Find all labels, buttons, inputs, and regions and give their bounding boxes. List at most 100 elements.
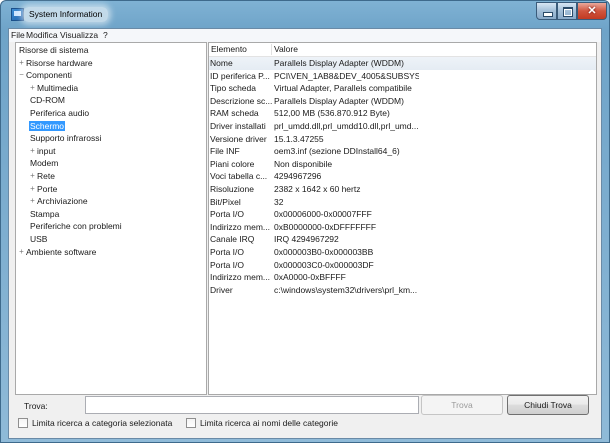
tree-item[interactable]: + Rete [29, 170, 56, 182]
list-cell-value: 0xA0000-0xBFFFF [274, 272, 346, 283]
tree-item[interactable]: Schermo [29, 120, 66, 132]
expand-icon[interactable]: + [18, 57, 25, 69]
maximize-button[interactable] [557, 2, 577, 20]
menu-file[interactable]: File [11, 30, 25, 41]
minimize-button[interactable] [536, 2, 557, 20]
expand-icon[interactable]: + [29, 145, 36, 157]
tree-item[interactable]: Stampa [29, 208, 60, 220]
list-cell-value: Parallels Display Adapter (WDDM) [274, 95, 404, 106]
tree-item-label: Periferica audio [30, 108, 90, 118]
list-row[interactable]: Nome Parallels Display Adapter (WDDM) [209, 57, 596, 70]
close-button[interactable]: ✕ [577, 2, 607, 20]
list-cell-value: Non disponibile [274, 158, 333, 169]
list-cell-value: 0x000003C0-0x000003DF [274, 259, 374, 270]
list-cell-value: PCI\VEN_1AB8&DEV_4005&SUBSYS_... [274, 70, 419, 81]
list-cell-element: ID periferica P... [210, 70, 270, 81]
tree-item[interactable]: USB [29, 233, 48, 245]
tree-item[interactable]: Periferica audio [29, 107, 90, 119]
list-cell-value: 512,00 MB (536.870.912 Byte) [274, 108, 390, 119]
list-row[interactable]: Canale IRQ IRQ 4294967292 [209, 233, 596, 246]
list-cell-element: Indirizzo mem... [210, 272, 270, 283]
tree-item[interactable]: + Porte [29, 183, 58, 195]
tree-item-label: Rete [37, 171, 55, 181]
limit-to-names-checkbox[interactable] [186, 418, 196, 428]
limit-to-names-label: Limita ricerca ai nomi delle categorie [200, 418, 338, 428]
column-separator[interactable] [271, 44, 272, 55]
tree-item[interactable]: + Archiviazione [29, 195, 89, 207]
tree-item[interactable]: + input [29, 145, 56, 157]
list-cell-element: Voci tabella c... [210, 171, 268, 182]
expand-icon[interactable]: + [29, 170, 36, 182]
list-cell-element: Descrizione sc... [210, 95, 272, 106]
list-row[interactable]: Bit/Pixel 32 [209, 196, 596, 209]
menu-bar: File Modifica Visualizza ? [9, 29, 601, 42]
tree-item-label: Risorse di sistema [19, 45, 89, 55]
limit-to-category-checkbox[interactable] [18, 418, 28, 428]
list-row[interactable]: Piani colore Non disponibile [209, 158, 596, 171]
list-row[interactable]: Versione driver 15.1.3.47255 [209, 133, 596, 146]
tree-item-label: Componenti [26, 70, 72, 81]
list-row[interactable]: File INF oem3.inf (sezione DDInstall64_6) [209, 145, 596, 158]
tree-item-label: Risorse hardware [26, 57, 93, 68]
menu-modifica[interactable]: Modifica [26, 30, 58, 41]
list-cell-element: Bit/Pixel [210, 196, 241, 207]
tree-item-label: USB [30, 234, 48, 244]
list-row[interactable]: Voci tabella c... 4294967296 [209, 170, 596, 183]
title-bar[interactable]: System Information ✕ [1, 1, 609, 27]
expand-icon[interactable]: + [29, 82, 36, 94]
list-row[interactable]: Porta I/O 0x000003B0-0x000003BB [209, 246, 596, 259]
list-cell-value: c:\windows\system32\drivers\prl_km... [274, 284, 418, 295]
menu-visualizza[interactable]: Visualizza [60, 30, 98, 41]
menu-help[interactable]: ? [103, 30, 108, 41]
list-cell-value: Parallels Display Adapter (WDDM) [274, 58, 404, 68]
list-cell-value: 0x00006000-0x00007FFF [274, 209, 372, 220]
window-title: System Information [23, 7, 109, 22]
list-cell-value: 32 [274, 196, 284, 207]
tree-item[interactable]: + Ambiente software [18, 246, 97, 258]
category-tree[interactable]: Risorse di sistema + Risorse hardware − Comp… [15, 42, 207, 395]
expand-icon[interactable]: + [29, 183, 36, 195]
list-row[interactable]: Indirizzo mem... 0xB0000000-0xDFFFFFFF [209, 221, 596, 234]
list-row[interactable]: Descrizione sc... Parallels Display Adapt… [209, 95, 596, 108]
tree-item[interactable]: Periferiche con problemi [29, 220, 123, 232]
list-row[interactable]: ID periferica P... PCI\VEN_1AB8&DEV_4005&… [209, 70, 596, 83]
list-cell-element: Porta I/O [210, 247, 245, 257]
list-cell-element: Porta I/O [210, 259, 245, 270]
list-row[interactable]: Driver installati prl_umdd.dll,prl_umdd10… [209, 120, 596, 133]
list-row[interactable]: Porta I/O 0x000003C0-0x000003DF [209, 259, 596, 272]
tree-item-label: Archiviazione [37, 196, 88, 207]
tree-item[interactable]: Modem [29, 157, 59, 169]
close-find-button[interactable]: Chiudi Trova [507, 395, 589, 415]
list-row[interactable]: Porta I/O 0x00006000-0x00007FFF [209, 208, 596, 221]
list-cell-value: 4294967296 [274, 171, 322, 182]
search-input[interactable] [85, 396, 419, 414]
tree-item[interactable]: + Multimedia [29, 82, 79, 94]
collapse-icon[interactable]: − [18, 69, 25, 81]
tree-item[interactable]: Supporto infrarossi [29, 132, 102, 144]
list-row[interactable]: Tipo scheda Virtual Adapter, Parallels co… [209, 82, 596, 95]
column-header-element[interactable]: Elemento [211, 43, 247, 56]
tree-item[interactable]: − Componenti [18, 69, 73, 81]
tree-item-label: Schermo [29, 120, 66, 131]
details-list[interactable]: Elemento Valore Nome Parallels Display Ad… [208, 42, 597, 395]
tree-item[interactable]: Risorse di sistema [18, 44, 89, 56]
expand-icon[interactable]: + [29, 195, 36, 207]
list-cell-element: Risoluzione [210, 184, 254, 194]
list-cell-value: 2382 x 1642 x 60 hertz [274, 184, 361, 194]
list-row[interactable]: Indirizzo mem... 0xA0000-0xBFFFF [209, 271, 596, 284]
tree-item-label: Supporto infrarossi [30, 133, 102, 144]
list-row[interactable]: RAM scheda 512,00 MB (536.870.912 Byte) [209, 107, 596, 120]
list-cell-element: Indirizzo mem... [210, 221, 270, 232]
list-row[interactable]: Driver c:\windows\system32\drivers\prl_km… [209, 284, 596, 297]
tree-item[interactable]: + Risorse hardware [18, 57, 94, 69]
close-icon: ✕ [587, 5, 597, 17]
column-header-value[interactable]: Valore [274, 43, 298, 56]
list-cell-element: Nome [210, 58, 233, 68]
list-cell-element: Driver installati [210, 121, 266, 131]
list-row[interactable]: Risoluzione 2382 x 1642 x 60 hertz [209, 183, 596, 196]
tree-item[interactable]: CD-ROM [29, 94, 66, 106]
expand-icon[interactable]: + [18, 246, 25, 258]
list-cell-element: Tipo scheda [210, 83, 256, 94]
tree-item-label: CD-ROM [30, 95, 65, 106]
find-button[interactable]: Trova [421, 395, 503, 415]
